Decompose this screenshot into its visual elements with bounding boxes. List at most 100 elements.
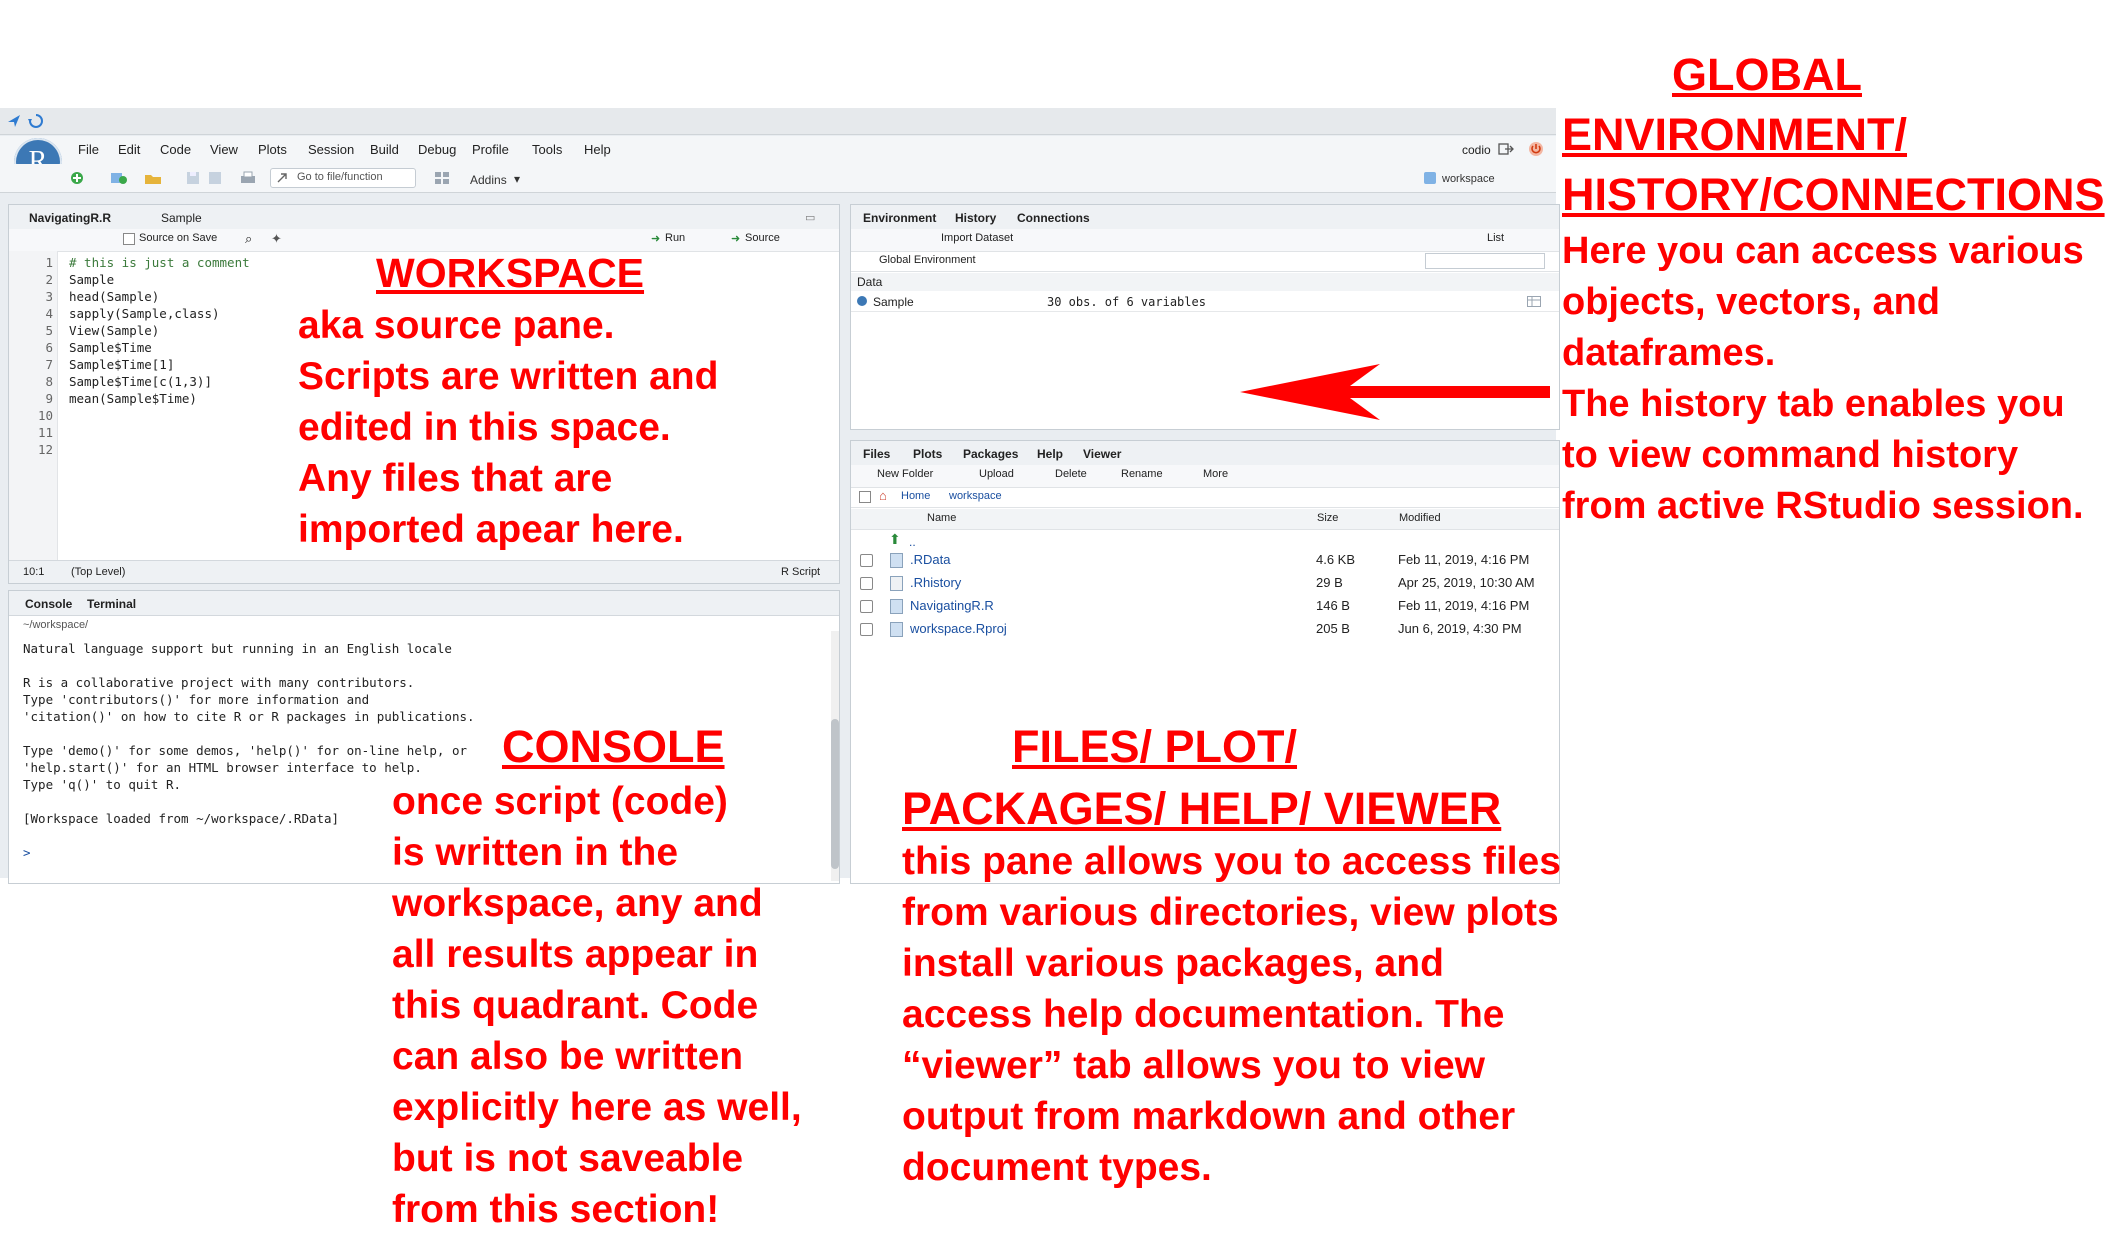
file-checkbox[interactable] bbox=[860, 600, 873, 613]
annotation-line: to view command history bbox=[1562, 434, 2019, 476]
new-file-icon[interactable] bbox=[70, 171, 84, 185]
menu-profile[interactable]: Profile bbox=[472, 142, 509, 157]
code-line: mean(Sample$Time) bbox=[69, 391, 197, 406]
more-button[interactable]: More bbox=[1203, 468, 1228, 480]
menu-file[interactable]: File bbox=[78, 142, 99, 157]
code-line: Sample$Time[c(1,3)] bbox=[69, 374, 212, 389]
import-dataset-button[interactable]: Import Dataset bbox=[941, 232, 1013, 244]
tab-sample[interactable]: Sample bbox=[155, 209, 208, 227]
file-checkbox[interactable] bbox=[860, 554, 873, 567]
source-on-save-checkbox[interactable] bbox=[123, 233, 135, 245]
search-icon[interactable]: ⌕ bbox=[245, 231, 252, 247]
tab-help[interactable]: Help bbox=[1031, 445, 1069, 463]
menu-plots[interactable]: Plots bbox=[258, 142, 287, 157]
line-number: 10 bbox=[37, 408, 53, 423]
workspace-title-text: WORKSPACE bbox=[376, 250, 645, 296]
env-annotation-title-1: GLOBAL bbox=[1672, 48, 1862, 103]
annotation-line: edited in this space. bbox=[298, 406, 671, 449]
tab-history[interactable]: History bbox=[949, 209, 1002, 227]
env-annotation-body: Here you can access various objects, vect… bbox=[1562, 226, 2084, 532]
annotation-line: Any files that are bbox=[298, 457, 613, 500]
file-modified: Apr 25, 2019, 10:30 AM bbox=[1398, 575, 1535, 590]
parent-dir-link[interactable]: .. bbox=[909, 535, 916, 549]
tab-files[interactable]: Files bbox=[857, 445, 896, 463]
tab-packages[interactable]: Packages bbox=[957, 445, 1024, 463]
list-view-toggle[interactable]: List bbox=[1487, 232, 1504, 244]
file-name[interactable]: .RData bbox=[910, 552, 950, 567]
file-checkbox[interactable] bbox=[860, 577, 873, 590]
new-project-icon[interactable] bbox=[110, 171, 128, 185]
delete-button[interactable]: Delete bbox=[1055, 468, 1087, 480]
annotation-line: this pane allows you to access files bbox=[902, 840, 1561, 883]
new-folder-button[interactable]: New Folder bbox=[877, 468, 933, 480]
layout-grid-icon[interactable] bbox=[434, 171, 450, 185]
files-toolbar: New Folder Upload Delete Rename More bbox=[851, 465, 1559, 488]
upload-button[interactable]: Upload bbox=[979, 468, 1014, 480]
console-scrollbar[interactable] bbox=[831, 631, 839, 881]
run-button[interactable]: Run bbox=[665, 232, 685, 244]
crumb-home[interactable]: Home bbox=[901, 490, 930, 502]
print-icon[interactable] bbox=[240, 171, 256, 185]
file-name[interactable]: NavigatingR.R bbox=[910, 598, 994, 613]
save-all-icon[interactable] bbox=[208, 171, 222, 185]
open-file-icon[interactable] bbox=[144, 171, 164, 185]
menu-edit[interactable]: Edit bbox=[118, 142, 140, 157]
header-modified[interactable]: Modified bbox=[1399, 512, 1441, 524]
menu-tools[interactable]: Tools bbox=[532, 142, 562, 157]
env-scope-select[interactable]: Global Environment bbox=[879, 254, 976, 266]
file-icon bbox=[890, 553, 903, 568]
save-icon[interactable] bbox=[186, 171, 200, 185]
refresh-icon[interactable] bbox=[28, 113, 44, 129]
crumb-workspace[interactable]: workspace bbox=[949, 490, 1002, 502]
sign-out-icon[interactable] bbox=[1498, 142, 1514, 156]
project-name[interactable]: workspace bbox=[1442, 173, 1495, 185]
addins-menu[interactable]: Addins bbox=[470, 173, 507, 187]
header-name[interactable]: Name bbox=[927, 512, 956, 524]
env-toolbar: Import Dataset List bbox=[851, 229, 1559, 252]
menu-build[interactable]: Build bbox=[370, 142, 399, 157]
table-view-icon[interactable] bbox=[1527, 296, 1541, 307]
file-name[interactable]: workspace.Rproj bbox=[910, 621, 1007, 636]
chevron-down-icon[interactable]: ▾ bbox=[514, 172, 520, 186]
header-size[interactable]: Size bbox=[1317, 512, 1338, 524]
tab-connections[interactable]: Connections bbox=[1011, 209, 1096, 227]
line-number: 3 bbox=[45, 289, 53, 304]
tab-terminal[interactable]: Terminal bbox=[81, 595, 142, 613]
up-arrow-icon[interactable]: ⬆ bbox=[889, 531, 901, 548]
home-icon[interactable]: ⌂ bbox=[879, 488, 887, 503]
goto-input[interactable]: Go to file/function bbox=[270, 168, 416, 188]
annotation-line: explicitly here as well, bbox=[392, 1086, 802, 1129]
menu-help[interactable]: Help bbox=[584, 142, 611, 157]
env-row-sample[interactable]: Sample 30 obs. of 6 variables bbox=[851, 293, 1559, 312]
rename-button[interactable]: Rename bbox=[1121, 468, 1163, 480]
scrollbar-thumb[interactable] bbox=[831, 719, 839, 869]
tab-environment[interactable]: Environment bbox=[857, 209, 942, 227]
wand-icon[interactable]: ✦ bbox=[271, 231, 282, 247]
goto-placeholder: Go to file/function bbox=[297, 171, 383, 183]
file-type[interactable]: R Script bbox=[781, 566, 820, 578]
scope-indicator[interactable]: (Top Level) bbox=[71, 566, 125, 578]
source-button[interactable]: Source bbox=[745, 232, 780, 244]
files-annotation-body: this pane allows you to access files from… bbox=[902, 836, 1561, 1193]
power-icon[interactable] bbox=[1528, 141, 1544, 157]
menu-view[interactable]: View bbox=[210, 142, 238, 157]
maximize-icon[interactable]: ▭ bbox=[805, 211, 815, 224]
navigate-icon[interactable] bbox=[6, 113, 22, 129]
console-tabbar: Console Terminal bbox=[9, 591, 839, 616]
env-search-input[interactable] bbox=[1425, 253, 1545, 269]
main-toolbar bbox=[0, 164, 1556, 193]
tab-viewer[interactable]: Viewer bbox=[1077, 445, 1127, 463]
tab-plots[interactable]: Plots bbox=[907, 445, 948, 463]
tab-console[interactable]: Console bbox=[19, 595, 78, 613]
menu-debug[interactable]: Debug bbox=[418, 142, 456, 157]
env-scope-bar: Global Environment bbox=[851, 251, 1559, 272]
tab-navigatingr[interactable]: NavigatingR.R bbox=[23, 209, 117, 227]
select-all-checkbox[interactable] bbox=[859, 491, 871, 503]
menu-session[interactable]: Session bbox=[308, 142, 354, 157]
annotation-line: this quadrant. Code bbox=[392, 984, 759, 1027]
file-checkbox[interactable] bbox=[860, 623, 873, 636]
file-name[interactable]: .Rhistory bbox=[910, 575, 961, 590]
console-line: > bbox=[23, 845, 39, 860]
env-object-name: Sample bbox=[873, 295, 914, 309]
menu-code[interactable]: Code bbox=[160, 142, 191, 157]
